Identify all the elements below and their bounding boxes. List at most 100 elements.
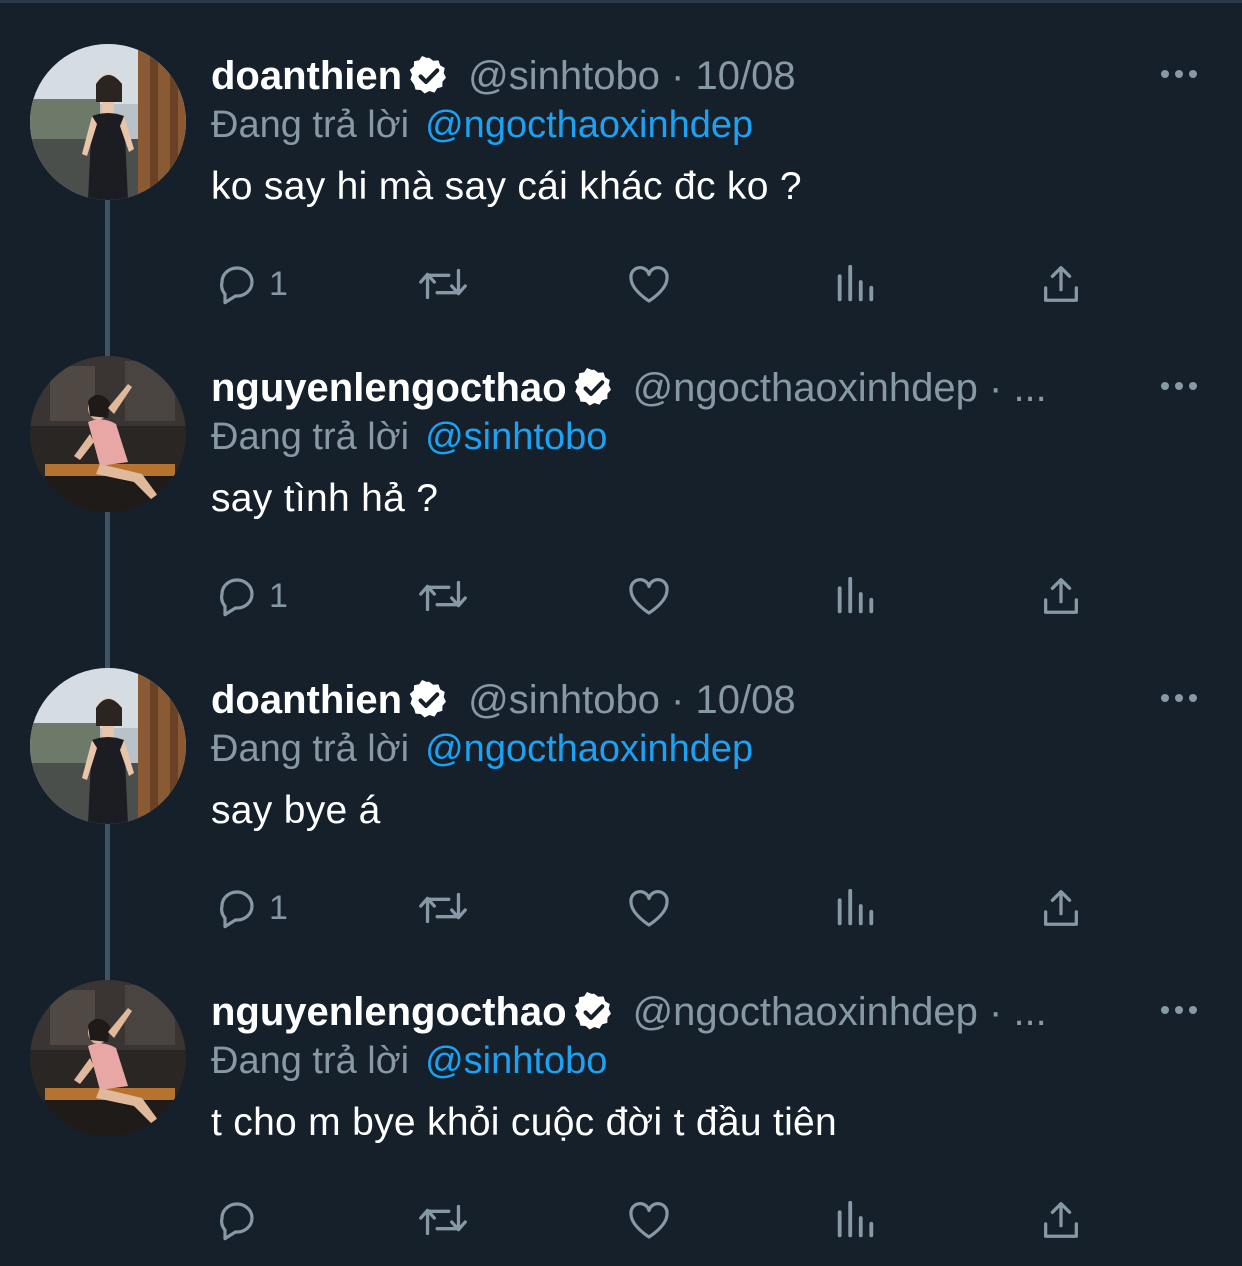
verified-badge-icon	[408, 55, 450, 97]
retweet-icon	[419, 268, 467, 300]
thread-connector	[105, 624, 110, 668]
replying-to-label: Đang trả lời	[211, 415, 410, 458]
replying-to: Đang trả lời @sinhtobo	[211, 412, 607, 462]
tweet-thread: doanthien @sinhtobo · 10/08 Đang trả lời…	[0, 0, 1242, 1266]
tweet-text: say tình hả ?	[211, 477, 439, 520]
tweet-text: t cho m bye khỏi cuộc đời t đầu tiên	[211, 1101, 838, 1144]
replying-to-handle-link[interactable]: @ngocthaoxinhdep	[425, 728, 753, 771]
display-name[interactable]: nguyenlengocthao	[211, 990, 567, 1035]
replying-to: Đang trả lời @ngocthaoxinhdep	[211, 724, 753, 774]
display-name[interactable]: nguyenlengocthao	[211, 366, 567, 411]
thread-connector	[105, 512, 110, 624]
tweet-text: say bye á	[211, 789, 381, 832]
share-icon	[1044, 578, 1078, 614]
reply-button[interactable]: 1	[213, 880, 288, 936]
share-icon	[1044, 1202, 1078, 1238]
replying-to-handle-link[interactable]: @sinhtobo	[425, 1040, 607, 1083]
analytics-button[interactable]	[832, 880, 878, 936]
retweet-button[interactable]	[414, 1192, 472, 1248]
replying-to-handle-link[interactable]: @ngocthaoxinhdep	[425, 104, 753, 147]
analytics-icon	[837, 888, 874, 926]
share-button[interactable]	[1038, 256, 1084, 312]
more-options-button[interactable]	[1154, 680, 1204, 716]
tweet-header: doanthien @sinhtobo · 10/08	[211, 50, 1131, 102]
verified-badge-icon	[573, 367, 615, 409]
reply-icon	[220, 578, 254, 617]
reply-button[interactable]: 1	[213, 256, 288, 312]
analytics-button[interactable]	[832, 568, 878, 624]
analytics-button[interactable]	[832, 256, 878, 312]
retweet-icon	[419, 1204, 467, 1236]
thread-connector	[105, 312, 110, 356]
more-options-button[interactable]	[1154, 368, 1204, 404]
handle-and-date[interactable]: @sinhtobo · 10/08	[468, 54, 795, 99]
reply-count: 1	[269, 264, 288, 303]
avatar[interactable]	[30, 980, 186, 1136]
display-name[interactable]: doanthien	[211, 678, 402, 723]
like-icon	[629, 890, 669, 927]
reply-button[interactable]	[213, 1192, 269, 1248]
handle-and-date[interactable]: @ngocthaoxinhdep · ...	[633, 366, 1047, 411]
tweet[interactable]: nguyenlengocthao @ngocthaoxinhdep · ... …	[0, 312, 1242, 624]
replying-to-handle-link[interactable]: @sinhtobo	[425, 416, 607, 459]
avatar-woman-black-dress	[30, 44, 186, 200]
tweet-header: nguyenlengocthao @ngocthaoxinhdep · ...	[211, 986, 1131, 1038]
reply-count: 1	[269, 576, 288, 615]
like-button[interactable]	[624, 880, 674, 936]
handle-and-date[interactable]: @ngocthaoxinhdep · ...	[633, 990, 1047, 1035]
verified-badge-icon	[408, 679, 450, 721]
tweet[interactable]: doanthien @sinhtobo · 10/08 Đang trả lời…	[0, 624, 1242, 936]
like-button[interactable]	[624, 1192, 674, 1248]
avatar[interactable]	[30, 668, 186, 824]
replying-to-label: Đang trả lời	[211, 103, 410, 146]
handle-and-date[interactable]: @sinhtobo · 10/08	[468, 678, 795, 723]
like-icon	[629, 578, 669, 615]
tweet-actions: 1	[0, 880, 1242, 936]
avatar-woman-black-dress	[30, 668, 186, 824]
retweet-button[interactable]	[414, 880, 472, 936]
more-icon	[1161, 382, 1197, 390]
like-icon	[629, 1202, 669, 1239]
reply-icon	[220, 1202, 254, 1241]
analytics-icon	[837, 1200, 874, 1238]
replying-to-label: Đang trả lời	[211, 1039, 410, 1082]
more-icon	[1161, 1006, 1197, 1014]
more-options-button[interactable]	[1154, 992, 1204, 1028]
tweet-header: nguyenlengocthao @ngocthaoxinhdep · ...	[211, 362, 1131, 414]
thread-connector	[105, 936, 110, 980]
share-icon	[1044, 266, 1078, 302]
replying-to-label: Đang trả lời	[211, 727, 410, 770]
avatar[interactable]	[30, 44, 186, 200]
retweet-button[interactable]	[414, 256, 472, 312]
tweet-actions	[0, 1192, 1242, 1248]
like-icon	[629, 266, 669, 303]
more-icon	[1161, 694, 1197, 702]
reply-button[interactable]: 1	[213, 568, 288, 624]
thread-connector	[105, 200, 110, 312]
avatar-woman-pink-dress	[30, 356, 186, 512]
retweet-icon	[419, 580, 467, 612]
share-button[interactable]	[1038, 1192, 1084, 1248]
tweet[interactable]: nguyenlengocthao @ngocthaoxinhdep · ... …	[0, 936, 1242, 1248]
share-icon	[1044, 890, 1078, 926]
retweet-button[interactable]	[414, 568, 472, 624]
replying-to: Đang trả lời @sinhtobo	[211, 1036, 607, 1086]
like-button[interactable]	[624, 256, 674, 312]
tweet-actions: 1	[0, 568, 1242, 624]
share-button[interactable]	[1038, 880, 1084, 936]
thread-connector	[105, 824, 110, 936]
tweet-actions: 1	[0, 256, 1242, 312]
like-button[interactable]	[624, 568, 674, 624]
tweet-header: doanthien @sinhtobo · 10/08	[211, 674, 1131, 726]
share-button[interactable]	[1038, 568, 1084, 624]
avatar[interactable]	[30, 356, 186, 512]
analytics-icon	[837, 576, 874, 614]
analytics-button[interactable]	[832, 1192, 878, 1248]
more-icon	[1161, 70, 1197, 78]
more-options-button[interactable]	[1154, 56, 1204, 92]
reply-icon	[220, 890, 254, 929]
replying-to: Đang trả lời @ngocthaoxinhdep	[211, 100, 753, 150]
avatar-woman-pink-dress	[30, 980, 186, 1136]
tweet[interactable]: doanthien @sinhtobo · 10/08 Đang trả lời…	[0, 0, 1242, 312]
display-name[interactable]: doanthien	[211, 54, 402, 99]
